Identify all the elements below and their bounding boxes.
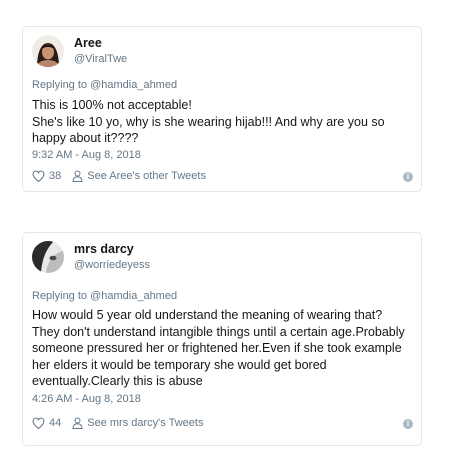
avatar[interactable] [32,35,64,67]
author-block: Aree @ViralTwe [74,36,127,66]
person-icon [72,170,83,182]
tweet-text-line: This is 100% not acceptable! [32,98,192,112]
replying-to[interactable]: Replying to @hamdia_ahmed [32,79,177,91]
timestamp[interactable]: 4:26 AM - Aug 8, 2018 [32,393,141,405]
other-tweets-link[interactable]: See mrs darcy's Tweets [87,417,203,429]
person-icon [72,417,83,429]
tweet-actions: 38 See Aree's other Tweets [32,170,412,182]
replying-to[interactable]: Replying to @hamdia_ahmed [32,290,177,302]
tweet-card[interactable]: mrs darcy @worriedeyess Replying to @ham… [22,232,422,446]
tweet-actions: 44 See mrs darcy's Tweets [32,417,412,429]
author-name[interactable]: Aree [74,36,127,51]
author-handle[interactable]: @worriedeyess [74,258,150,272]
like-count[interactable]: 38 [49,170,61,182]
author-handle[interactable]: @ViralTwe [74,52,127,66]
other-tweets-link[interactable]: See Aree's other Tweets [87,170,206,182]
info-icon[interactable]: i [403,419,413,429]
tweet-text-line: eventually.Clearly this is abuse [32,374,203,389]
avatar[interactable] [32,241,64,273]
tweet-text-line: someone pressured her or frightened her.… [32,341,402,356]
tweet-text-line: She's like 10 yo, why is she wearing hij… [32,114,385,129]
like-count[interactable]: 44 [49,417,61,429]
tweet-text-line: How would 5 year old understand the mean… [32,308,383,322]
tweet-text-line: happy about it???? [32,131,139,146]
tweet-header: Aree @ViralTwe [32,35,127,67]
tweet-text: How would 5 year old understand the mean… [32,307,413,390]
tweet-text-line: her elders it would be temporary she wou… [32,357,327,372]
tweet-card[interactable]: Aree @ViralTwe Replying to @hamdia_ahmed… [22,26,422,192]
info-icon[interactable]: i [403,172,413,182]
author-block: mrs darcy @worriedeyess [74,242,150,272]
heart-icon[interactable] [32,417,45,429]
tweet-text-line: They don't understand intangible things … [32,324,405,339]
timestamp[interactable]: 9:32 AM - Aug 8, 2018 [32,149,141,161]
author-name[interactable]: mrs darcy [74,242,150,257]
heart-icon[interactable] [32,170,45,182]
tweet-text: This is 100% not acceptable! She's like … [32,97,413,147]
tweet-header: mrs darcy @worriedeyess [32,241,150,273]
